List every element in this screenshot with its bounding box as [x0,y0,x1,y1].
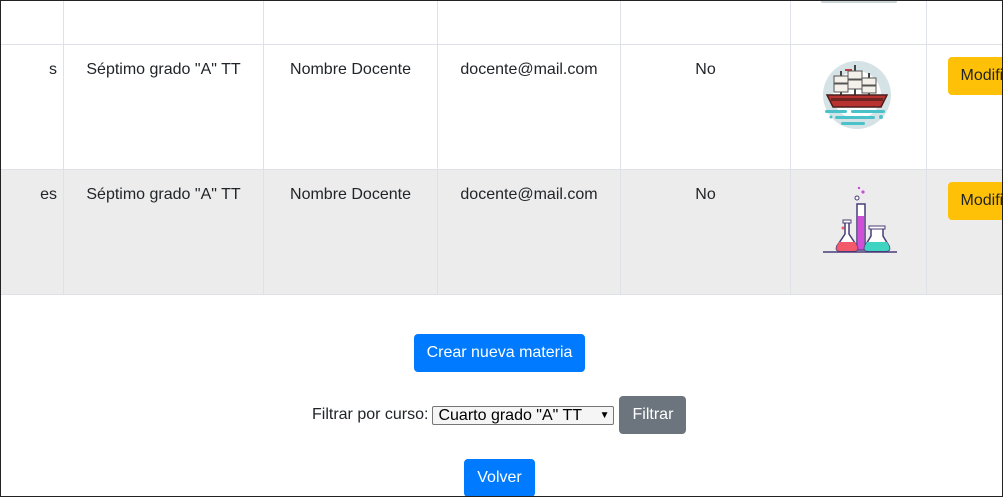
course-select-value: Cuarto grado "A" TT [438,406,583,424]
subject-name: s [49,61,57,78]
modify-button[interactable]: Modificar [947,57,1002,95]
subject-name-cell: s [1,44,64,170]
image-cell [790,44,927,170]
teacher-cell: Nombre Docente [263,44,438,170]
table-cell [1,1,64,45]
course-filter: Filtrar por curso: Cuarto grado "A" TT ▼… [312,396,687,434]
course-text: Séptimo grado "A" TT [86,186,241,203]
flag-cell: No [620,169,791,295]
back-button[interactable]: Volver [464,459,535,496]
email-text: docente@mail.com [460,61,598,78]
table-cell [263,1,438,45]
subject-name: es [40,186,57,203]
course-select[interactable]: Cuarto grado "A" TT ▼ [432,405,615,425]
email-cell: docente@mail.com [437,169,621,295]
actions-cell: Modificar [926,169,1002,295]
lab-flasks-icon [822,186,897,253]
table-cell [620,1,791,45]
image-fragment [821,1,897,3]
flag-cell: No [620,44,791,170]
table-cell [790,1,927,45]
image-cell [790,169,927,295]
table-row: es Séptimo grado "A" TT Nombre Docente d… [1,169,1002,295]
teacher-text: Nombre Docente [290,61,411,78]
flag-text: No [695,186,716,203]
ship-icon [822,61,891,129]
filter-label: Filtrar por curso: [312,406,429,423]
table-cell [926,1,1002,45]
chevron-down-icon: ▼ [599,409,610,421]
table-row: s Séptimo grado "A" TT Nombre Docente do… [1,44,1002,170]
modify-button[interactable]: Modificar [947,182,1002,220]
email-cell: docente@mail.com [437,44,621,170]
subjects-table: s Séptimo grado "A" TT Nombre Docente do… [1,1,1002,295]
teacher-text: Nombre Docente [290,186,411,203]
email-text: docente@mail.com [460,186,598,203]
table-cell [63,1,264,45]
teacher-cell: Nombre Docente [263,169,438,295]
page: s Séptimo grado "A" TT Nombre Docente do… [0,0,1003,497]
filter-button[interactable]: Filtrar [619,396,687,434]
subject-name-cell: es [1,169,64,295]
actions-cell: Modificar [926,44,1002,170]
course-cell: Séptimo grado "A" TT [63,169,264,295]
flag-text: No [695,61,716,78]
table-row [1,1,1002,45]
course-text: Séptimo grado "A" TT [86,61,241,78]
create-subject-button[interactable]: Crear nueva materia [414,334,585,372]
table-cell [437,1,621,45]
course-cell: Séptimo grado "A" TT [63,44,264,170]
